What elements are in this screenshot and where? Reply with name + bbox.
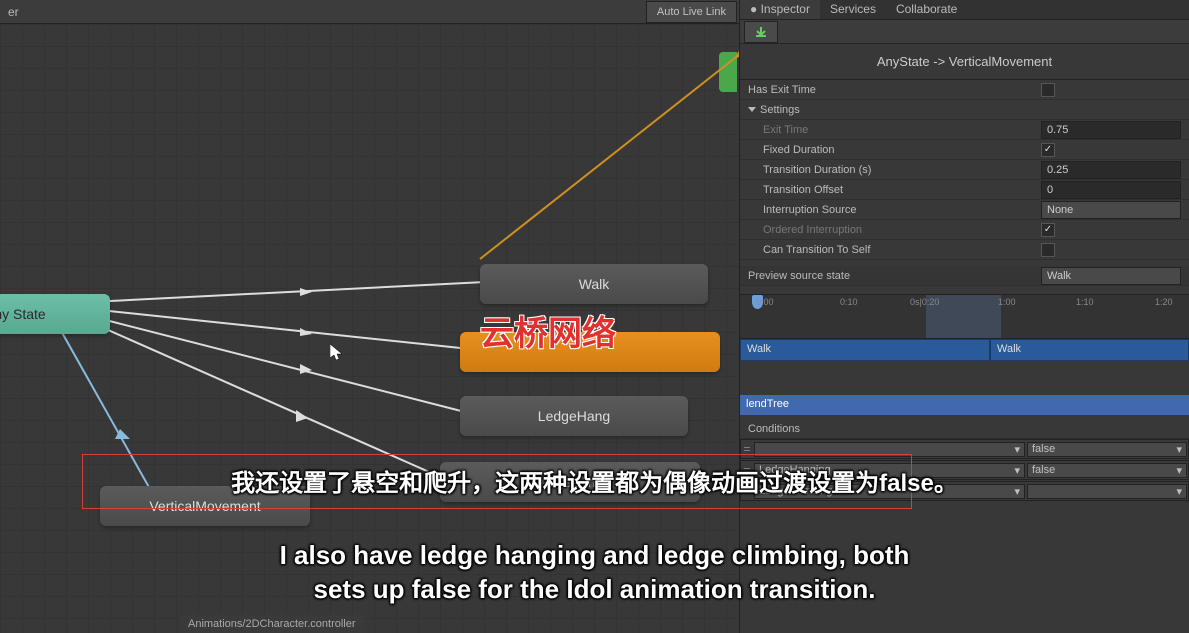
tab-inspector-label: Inspector — [761, 2, 810, 16]
tick-0: 0:00 — [756, 297, 774, 307]
fixed-duration-checkbox[interactable]: ✓ — [1041, 143, 1055, 157]
transition-title: AnyState -> VerticalMovement — [740, 44, 1189, 80]
conditions-header: Conditions — [740, 419, 1189, 439]
node-vertical-movement[interactable]: VerticalMovement — [100, 486, 310, 526]
animator-panel: er Auto Live Link — [0, 0, 740, 633]
tick-4: 1:10 — [1076, 297, 1094, 307]
tab-inspector[interactable]: ● Inspector — [740, 0, 820, 19]
has-exit-time-label: Has Exit Time — [748, 84, 1041, 96]
drag-handle-icon[interactable]: = — [741, 442, 753, 456]
prop-fixed-duration: Fixed Duration ✓ — [740, 140, 1189, 160]
animator-header: er Auto Live Link — [0, 0, 739, 24]
condition-value-0-val: false — [1032, 443, 1055, 456]
conditions-label: Conditions — [748, 423, 1181, 435]
prop-ordered-interruption: Ordered Interruption ✓ — [740, 220, 1189, 240]
prop-preview-source: Preview source state Walk — [740, 266, 1189, 286]
inspector-panel: ● Inspector Services Collaborate AnyStat… — [740, 0, 1189, 633]
timeline-block-walk1[interactable]: Walk — [740, 339, 990, 361]
prop-transition-offset: Transition Offset 0 — [740, 180, 1189, 200]
condition-row-1: = LedgeHanging▾ false▾ — [740, 460, 1189, 480]
ordered-interruption-checkbox[interactable]: ✓ — [1041, 223, 1055, 237]
tab-services[interactable]: Services — [820, 0, 886, 19]
condition-value-1[interactable]: false▾ — [1027, 463, 1187, 478]
prop-interruption-source: Interruption Source None — [740, 200, 1189, 220]
node-any-state[interactable]: ny State — [0, 294, 110, 334]
prop-transition-duration: Transition Duration (s) 0.25 — [740, 160, 1189, 180]
layer-label: er — [0, 5, 27, 19]
timeline-block-walk2[interactable]: Walk — [990, 339, 1189, 361]
preview-source-label: Preview source state — [748, 270, 1041, 282]
drag-handle-icon[interactable]: = — [741, 484, 753, 498]
exit-time-label: Exit Time — [748, 124, 1041, 136]
transition-timeline: 0:00 0:10 0s|0:20 1:00 1:10 1:20 Walk Wa… — [740, 286, 1189, 415]
condition-param-2[interactable]: LedgeClimbing▾ — [754, 484, 1025, 499]
chevron-down-icon — [748, 107, 756, 112]
settings-label: Settings — [760, 104, 1181, 116]
condition-row-2: = LedgeClimbing▾ ▾ — [740, 481, 1189, 501]
condition-value-1-val: false — [1032, 464, 1055, 477]
save-icon[interactable] — [744, 21, 778, 43]
cursor-icon — [330, 344, 344, 362]
transition-duration-label: Transition Duration (s) — [748, 164, 1041, 176]
inspector-tabs: ● Inspector Services Collaborate — [740, 0, 1189, 20]
node-ledge-climb[interactable]: LedgeClimb — [440, 462, 700, 502]
drag-handle-icon[interactable]: = — [741, 463, 753, 477]
condition-row-0: = ▾ false▾ — [740, 439, 1189, 459]
animator-graph[interactable]: ny State Walk LedgeHang LedgeClimb Verti… — [0, 24, 739, 633]
transition-offset-label: Transition Offset — [748, 184, 1041, 196]
node-selected-orange[interactable] — [460, 332, 720, 372]
preview-source-value: Walk — [1047, 270, 1071, 282]
transition-duration-field[interactable]: 0.25 — [1041, 161, 1181, 179]
tab-collaborate[interactable]: Collaborate — [886, 0, 967, 19]
exit-time-field[interactable]: 0.75 — [1041, 121, 1181, 139]
node-ledge-hang[interactable]: LedgeHang — [460, 396, 688, 436]
interruption-source-value: None — [1047, 204, 1073, 216]
tick-3: 1:00 — [998, 297, 1016, 307]
prop-settings-header[interactable]: Settings — [740, 100, 1189, 120]
transition-offset-field[interactable]: 0 — [1041, 181, 1181, 199]
toolbar-row — [740, 20, 1189, 44]
tick-2: 0s|0:20 — [910, 297, 939, 307]
condition-param-1-val: LedgeHanging — [759, 464, 831, 477]
timeline-dest-block[interactable]: lendTree — [740, 395, 1189, 415]
condition-param-1[interactable]: LedgeHanging▾ — [754, 463, 1025, 478]
can-transition-self-label: Can Transition To Self — [748, 244, 1041, 256]
ordered-interruption-label: Ordered Interruption — [748, 224, 1041, 236]
auto-live-link-button[interactable]: Auto Live Link — [646, 1, 737, 23]
tick-1: 0:10 — [840, 297, 858, 307]
node-walk[interactable]: Walk — [480, 264, 708, 304]
fixed-duration-label: Fixed Duration — [748, 144, 1041, 156]
transition-lines — [0, 24, 739, 633]
timeline-ruler[interactable]: 0:00 0:10 0s|0:20 1:00 1:10 1:20 — [740, 294, 1189, 339]
preview-source-dropdown[interactable]: Walk — [1041, 267, 1181, 285]
prop-has-exit-time: Has Exit Time — [740, 80, 1189, 100]
interruption-source-dropdown[interactable]: None — [1041, 201, 1181, 219]
condition-value-0[interactable]: false▾ — [1027, 442, 1187, 457]
tick-5: 1:20 — [1155, 297, 1173, 307]
prop-exit-time: Exit Time 0.75 — [740, 120, 1189, 140]
condition-param-2-val: LedgeClimbing — [759, 485, 832, 498]
condition-param-0[interactable]: ▾ — [754, 442, 1025, 457]
asset-path: Animations/2DCharacter.controller — [180, 615, 364, 633]
can-transition-self-checkbox[interactable] — [1041, 243, 1055, 257]
prop-can-transition-self: Can Transition To Self — [740, 240, 1189, 260]
timeline-src-blocks: Walk Walk — [740, 339, 1189, 361]
has-exit-time-checkbox[interactable] — [1041, 83, 1055, 97]
condition-value-2[interactable]: ▾ — [1027, 484, 1187, 499]
entry-node-slice[interactable] — [719, 52, 737, 92]
conditions-section: Conditions = ▾ false▾ = LedgeHanging▾ fa… — [740, 415, 1189, 502]
interruption-source-label: Interruption Source — [748, 204, 1041, 216]
